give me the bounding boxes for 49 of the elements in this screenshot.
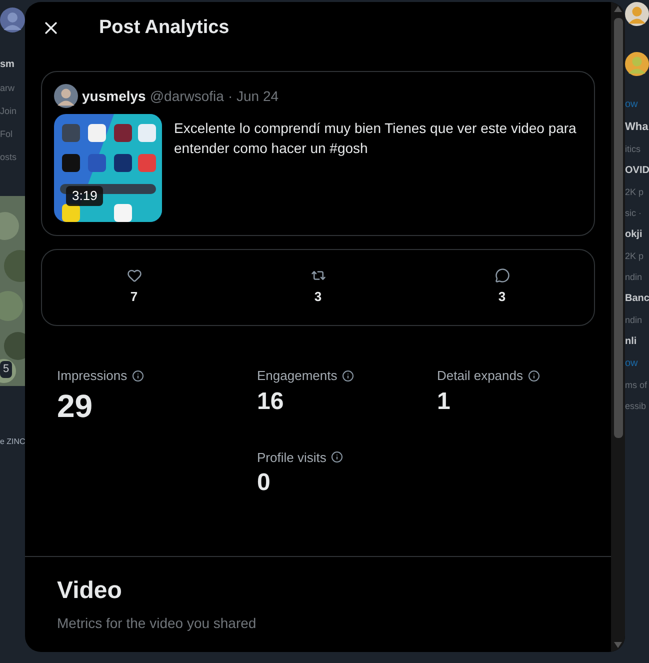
engagement-count: 3 xyxy=(314,288,322,306)
background-text: e ZINC xyxy=(0,436,25,448)
background-text: ow xyxy=(625,100,639,110)
background-text: essib xyxy=(625,402,648,411)
background-text: 2K p xyxy=(625,252,645,261)
background-text: osts xyxy=(0,153,18,162)
background-text: Wha xyxy=(625,122,649,133)
background-text: Fol xyxy=(0,130,14,139)
metric-value: 29 xyxy=(57,390,94,422)
background-text: okji xyxy=(625,230,644,240)
metric-value: 0 xyxy=(257,471,272,495)
background-text: Join xyxy=(0,107,18,116)
video-duration: 3:19 xyxy=(66,186,104,206)
background-text: ms of xyxy=(625,381,648,390)
metric-value: 16 xyxy=(257,390,285,414)
info-icon[interactable] xyxy=(342,370,354,382)
background-text: sm xyxy=(0,60,16,70)
modal-title: Post Analytics xyxy=(99,16,230,40)
background-text: ndin xyxy=(625,316,644,325)
background-text: OVID xyxy=(625,166,649,176)
background-text: Banc xyxy=(625,294,649,304)
background-text: 2K p xyxy=(625,188,645,197)
author-handle: @darwsofia xyxy=(150,86,224,106)
post-date: · Jun 24 xyxy=(228,86,279,106)
info-icon[interactable] xyxy=(331,451,344,464)
metric-label: Impressions xyxy=(57,367,128,385)
reply-icon xyxy=(494,268,510,284)
section-title: Video xyxy=(57,576,123,606)
background-text: nli xyxy=(625,337,638,347)
info-icon[interactable] xyxy=(528,370,540,382)
heart-icon xyxy=(126,268,142,284)
engagement-count: 7 xyxy=(130,288,138,306)
engagement-count: 3 xyxy=(498,288,506,306)
post-card[interactable]: yusmelys @darwsofia · Jun 24 3:19 Excelente lo comprendí muy bien Tienes que ver este video para entender como hacer un #gosh xyxy=(41,71,595,236)
metric-label: Detail expands xyxy=(437,367,523,385)
background-text: arw xyxy=(0,84,16,93)
metric-label: Engagements xyxy=(257,367,338,385)
section-subtitle: Metrics for the video you shared xyxy=(57,614,258,633)
author-name: yusmelys xyxy=(82,86,146,106)
count-badge: 5 xyxy=(0,361,12,378)
metric-value: 1 xyxy=(437,390,452,414)
background-text: ndin xyxy=(625,273,644,282)
background-text: sic · xyxy=(625,209,642,218)
scrollbar[interactable] xyxy=(611,2,625,652)
background-text: itics xyxy=(625,145,642,154)
post-text: Excelente lo comprendí muy bien Tienes que ver este video para entender como hacer un #gosh xyxy=(174,119,578,158)
background-text: ow xyxy=(625,359,639,369)
info-icon[interactable] xyxy=(132,370,144,382)
metric-label: Profile visits xyxy=(257,448,326,466)
